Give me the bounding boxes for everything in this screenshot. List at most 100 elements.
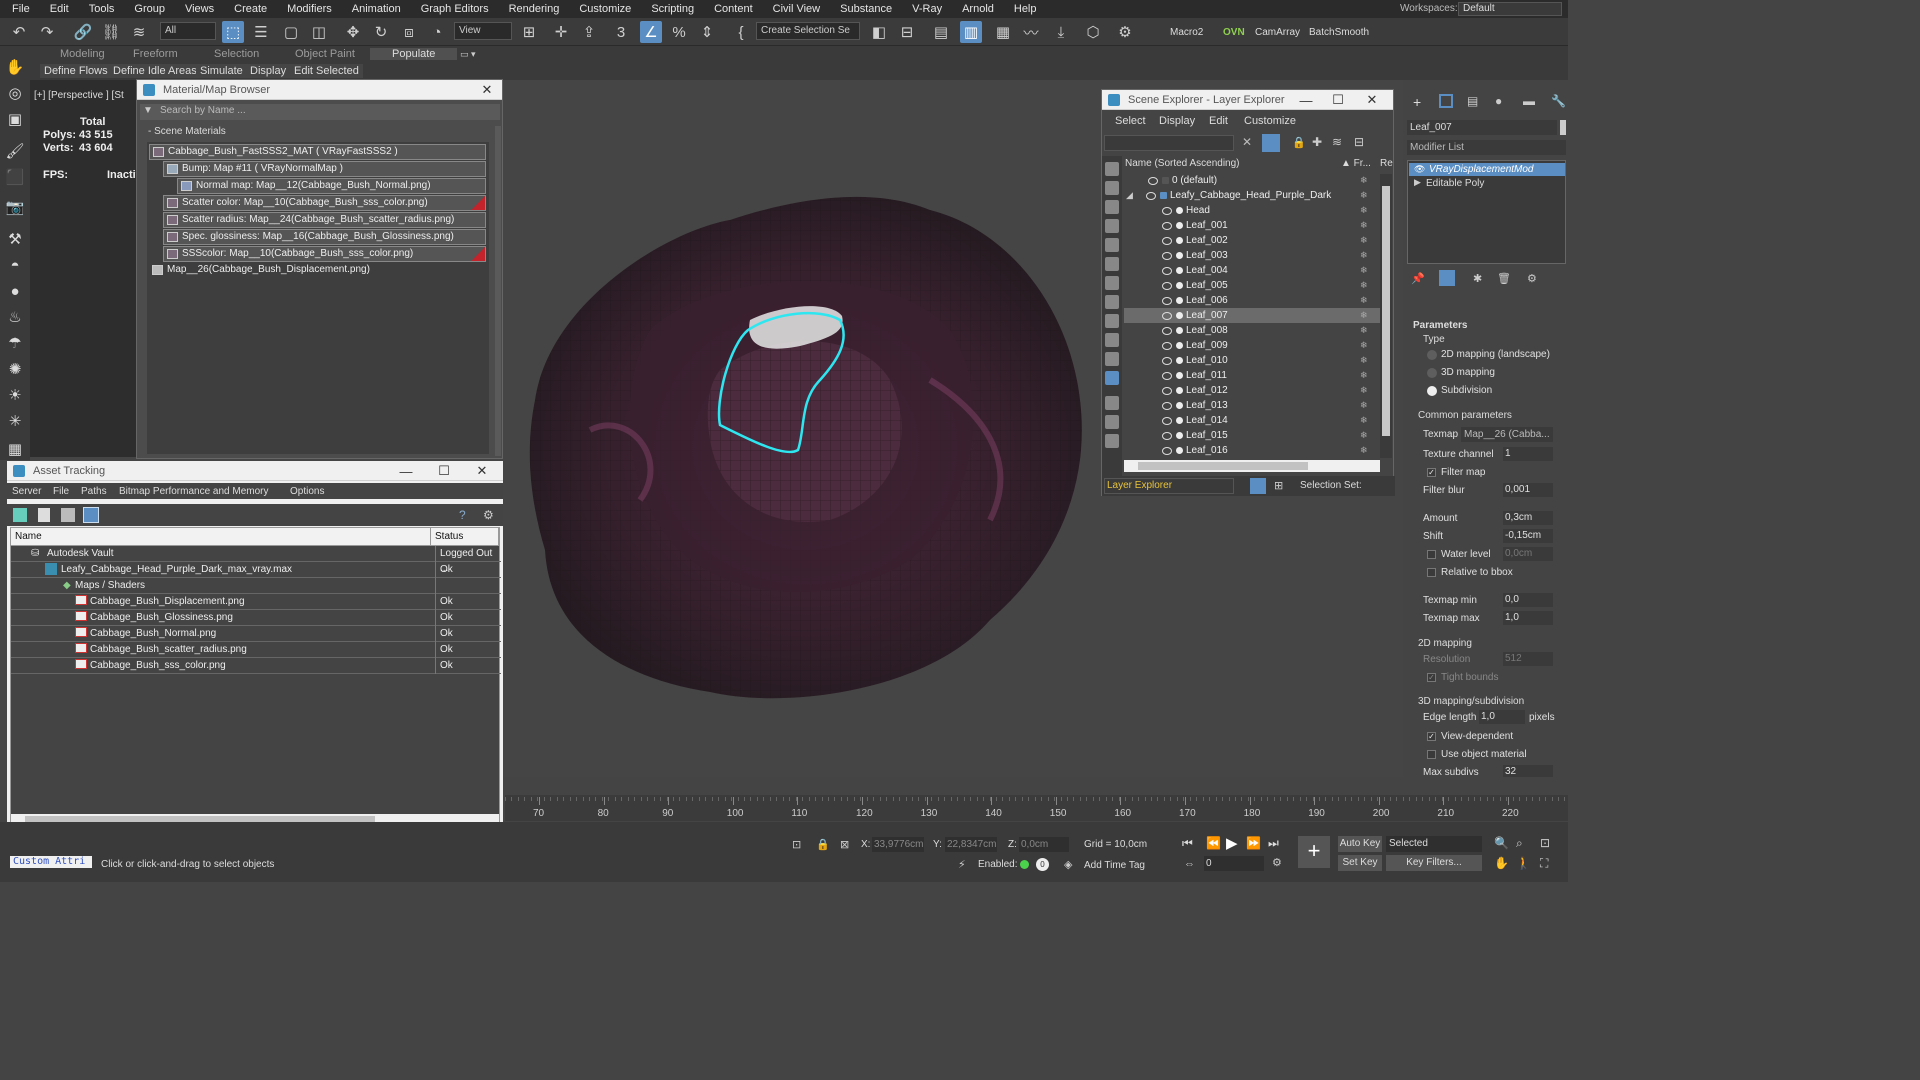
window-crossing-icon[interactable]: ◫ bbox=[308, 21, 330, 43]
resolution-spinner[interactable]: 512 bbox=[1503, 652, 1553, 666]
zoom-icon[interactable]: 🔍 bbox=[1494, 836, 1509, 850]
maximize-icon[interactable]: ☐ bbox=[429, 461, 459, 481]
dome-icon[interactable]: ◓ bbox=[4, 254, 26, 276]
scale-icon[interactable]: ⧈ bbox=[398, 21, 420, 43]
object-color-swatch[interactable] bbox=[1560, 120, 1566, 135]
explorer-mode-dropdown[interactable]: Layer Explorer bbox=[1104, 478, 1234, 494]
layer-row-cabbage[interactable]: ◢ Leafy_Cabbage_Head_Purple_Dark ❄ bbox=[1124, 188, 1380, 203]
camera-icon[interactable]: 📷 bbox=[4, 196, 26, 218]
se-col-render[interactable]: Re bbox=[1380, 158, 1393, 169]
tag-icon[interactable]: ◈ bbox=[1064, 858, 1072, 871]
visibility-eye-icon[interactable] bbox=[1162, 237, 1172, 245]
freeze-icon[interactable]: ❄ bbox=[1360, 218, 1368, 233]
filter-icon[interactable] bbox=[1262, 134, 1280, 152]
maximize-icon[interactable]: ☐ bbox=[1323, 90, 1353, 110]
maxscript-listener[interactable]: Custom Attri bbox=[10, 856, 92, 868]
expand-arrow-icon[interactable]: ◢ bbox=[1126, 188, 1133, 203]
walk-icon[interactable]: 🚶 bbox=[1516, 856, 1531, 870]
material-browser-titlebar[interactable]: Material/Map Browser bbox=[137, 80, 502, 100]
undo-icon[interactable]: ↶ bbox=[8, 21, 30, 43]
amount-spinner[interactable]: 0,3cm bbox=[1503, 511, 1553, 525]
select-object-icon[interactable]: ⬚ bbox=[222, 21, 244, 43]
key-filters-button[interactable]: Key Filters... bbox=[1386, 855, 1482, 871]
visibility-eye-icon[interactable] bbox=[1162, 207, 1172, 215]
freeze-icon[interactable]: ❄ bbox=[1360, 353, 1368, 368]
isolate-icon[interactable]: ⊡ bbox=[792, 838, 801, 851]
help-icon[interactable]: ? bbox=[459, 508, 466, 522]
material-editor-icon[interactable]: ⬡ bbox=[1082, 21, 1104, 43]
freeze-icon[interactable]: ❄ bbox=[1360, 413, 1368, 428]
object-row-leaf-001[interactable]: Leaf_001 ❄ bbox=[1124, 218, 1380, 233]
view-dependent-checkbox[interactable]: ✓ bbox=[1427, 732, 1436, 741]
freeze-icon[interactable]: ❄ bbox=[1360, 233, 1368, 248]
menu-edit[interactable]: Edit bbox=[42, 0, 81, 18]
ribbon-tab-populate[interactable]: Populate bbox=[370, 48, 458, 60]
sphere-filter-icon[interactable] bbox=[1105, 162, 1119, 176]
visibility-eye-icon[interactable] bbox=[1162, 222, 1172, 230]
hidden-filter-icon[interactable] bbox=[1105, 371, 1119, 385]
filter-blur-spinner[interactable]: 0,001 bbox=[1503, 483, 1553, 497]
material-row[interactable]: Scatter radius: Map__24(Cabbage_Bush_sca… bbox=[163, 212, 486, 228]
texmap-button[interactable]: Map__26 (Cabba... bbox=[1461, 427, 1553, 442]
object-row-leaf-015[interactable]: Leaf_015 ❄ bbox=[1124, 428, 1380, 443]
texmap-max-spinner[interactable]: 1,0 bbox=[1503, 611, 1553, 625]
simulate-button[interactable]: Simulate bbox=[196, 64, 247, 78]
cube-icon[interactable]: ⬛ bbox=[4, 166, 26, 188]
camarray-button[interactable]: CamArray bbox=[1255, 27, 1300, 38]
object-row-head[interactable]: Head ❄ bbox=[1124, 203, 1380, 218]
paint-icon[interactable]: 🖌 bbox=[4, 140, 26, 162]
display-button[interactable]: Display bbox=[246, 64, 291, 78]
menu-substance[interactable]: Substance bbox=[832, 0, 904, 18]
material-row[interactable]: SSScolor: Map__10(Cabbage_Bush_sss_color… bbox=[163, 246, 486, 262]
freeze-icon[interactable]: ❄ bbox=[1360, 278, 1368, 293]
define-flows-button[interactable]: Define Flows bbox=[40, 64, 112, 78]
asset-menu-file[interactable]: File bbox=[53, 486, 69, 497]
object-row-leaf-013[interactable]: Leaf_013 ❄ bbox=[1124, 398, 1380, 413]
freeze-icon[interactable]: ❄ bbox=[1360, 203, 1368, 218]
ribbon-tab-modeling[interactable]: Modeling bbox=[60, 48, 105, 60]
ribbon-toggle-icon[interactable]: ▥ bbox=[960, 21, 982, 43]
teapot-icon[interactable]: ♨ bbox=[4, 306, 26, 328]
object-row-leaf-009[interactable]: Leaf_009 ❄ bbox=[1124, 338, 1380, 353]
percent-snap-icon[interactable]: % bbox=[668, 21, 690, 43]
sun-icon[interactable]: ☀ bbox=[4, 384, 26, 406]
close-icon[interactable]: ✕ bbox=[1357, 90, 1387, 110]
previous-frame-icon[interactable]: ⏪ bbox=[1206, 836, 1221, 850]
workspaces-dropdown[interactable]: Default bbox=[1458, 2, 1562, 16]
object-row-leaf-002[interactable]: Leaf_002 ❄ bbox=[1124, 233, 1380, 248]
object-row-leaf-012[interactable]: Leaf_012 ❄ bbox=[1124, 383, 1380, 398]
invert-icon[interactable] bbox=[1105, 434, 1119, 448]
se-menu-select[interactable]: Select bbox=[1115, 115, 1146, 127]
se-vscrollbar[interactable] bbox=[1380, 174, 1392, 458]
object-name-field[interactable]: Leaf_007 bbox=[1407, 120, 1557, 135]
material-row[interactable]: Spec. glossiness: Map__16(Cabbage_Bush_G… bbox=[163, 229, 486, 245]
add-layer-icon[interactable]: ✚ bbox=[1312, 135, 1322, 149]
close-icon[interactable]: ✕ bbox=[467, 461, 497, 481]
xref-filter-icon[interactable] bbox=[1105, 295, 1119, 309]
named-selection-dropdown[interactable]: Create Selection Se bbox=[756, 22, 860, 40]
ovn-button[interactable]: OVN bbox=[1223, 27, 1245, 38]
menu-scripting[interactable]: Scripting bbox=[643, 0, 706, 18]
se-search-input[interactable] bbox=[1104, 135, 1234, 151]
scene-materials-header[interactable]: - Scene Materials bbox=[140, 126, 500, 140]
display-all-icon[interactable] bbox=[1105, 396, 1119, 410]
visibility-eye-icon[interactable] bbox=[1162, 327, 1172, 335]
bone-filter-icon[interactable] bbox=[1105, 314, 1119, 328]
object-row-leaf-014[interactable]: Leaf_014 ❄ bbox=[1124, 413, 1380, 428]
spinner-snap-icon[interactable]: ⇕ bbox=[696, 21, 718, 43]
table-row[interactable]: Cabbage_Bush_sss_color.png Ok bbox=[11, 658, 501, 674]
key-mode-icon[interactable]: ⇔ bbox=[1184, 858, 1195, 870]
unlink-icon[interactable]: ⛓ bbox=[100, 21, 122, 43]
time-tag-icon[interactable]: 0 bbox=[1036, 858, 1049, 871]
se-menu-edit[interactable]: Edit bbox=[1209, 115, 1228, 127]
bind-spacewarp-icon[interactable]: ≋ bbox=[128, 21, 150, 43]
redo-icon[interactable]: ↷ bbox=[36, 21, 58, 43]
hand-icon[interactable]: ✋ bbox=[4, 56, 26, 78]
parameters-rollout[interactable]: Parameters bbox=[1413, 320, 1467, 331]
visibility-eye-icon[interactable] bbox=[1162, 402, 1172, 410]
object-row-leaf-007[interactable]: Leaf_007 ❄ bbox=[1124, 308, 1380, 323]
curve-editor-icon[interactable]: 〰 bbox=[1020, 21, 1042, 43]
pivot-center-icon[interactable]: ⊞ bbox=[518, 21, 540, 43]
menu-customize[interactable]: Customize bbox=[571, 0, 643, 18]
freeze-icon[interactable]: ❄ bbox=[1360, 428, 1368, 443]
